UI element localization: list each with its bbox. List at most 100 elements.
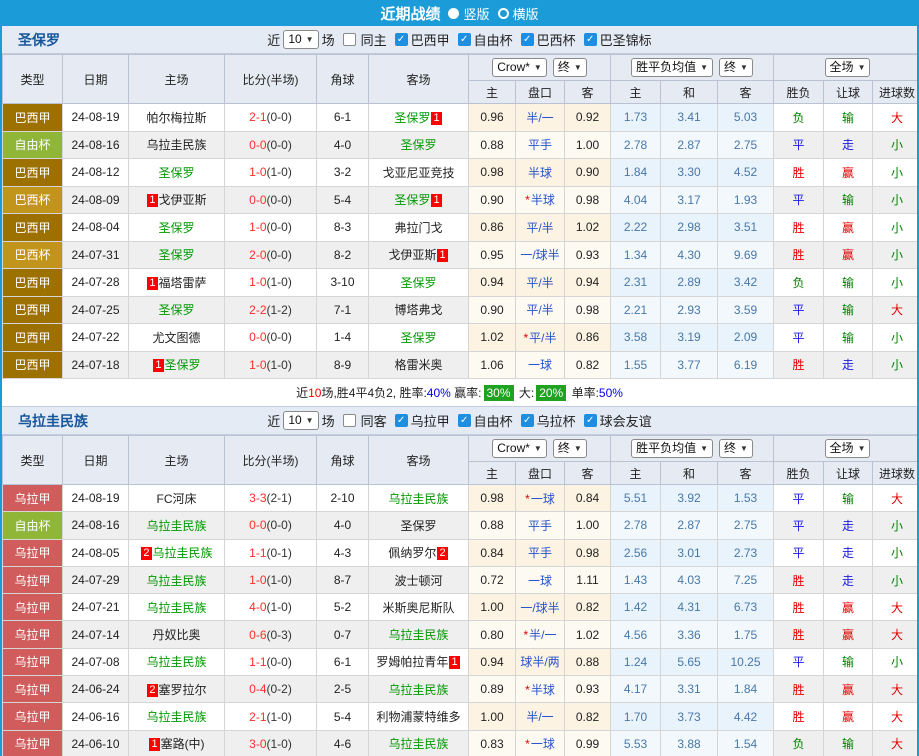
home-team[interactable]: 1塞路(中): [129, 730, 225, 756]
home-team[interactable]: 乌拉圭民族: [129, 594, 225, 621]
scope-select[interactable]: 全场▼: [825, 439, 871, 458]
league-checkbox[interactable]: ✓: [521, 414, 534, 427]
home-team[interactable]: 圣保罗: [129, 159, 225, 187]
single-rate-value: 50%: [599, 386, 623, 400]
away-team[interactable]: 乌拉圭民族: [369, 621, 469, 648]
away-team[interactable]: 米斯奥尼斯队: [369, 594, 469, 621]
away-team[interactable]: 博塔弗戈: [369, 296, 469, 324]
crow-away-odds: 0.94: [565, 269, 611, 297]
away-team[interactable]: 圣保罗: [369, 324, 469, 352]
home-team[interactable]: 2塞罗拉尔: [129, 676, 225, 703]
away-team[interactable]: 乌拉圭民族: [369, 485, 469, 512]
away-team[interactable]: 圣保罗1: [369, 104, 469, 132]
league-checkbox[interactable]: ✓: [458, 414, 471, 427]
match-row: 巴西甲 24-08-04 圣保罗 1-0(0-0) 8-3 弗拉门戈 0.86 …: [3, 214, 919, 242]
away-team[interactable]: 波士顿河: [369, 566, 469, 593]
away-team[interactable]: 圣保罗: [369, 131, 469, 159]
team-name-link[interactable]: 圣保罗: [18, 30, 60, 50]
away-team[interactable]: 罗姆帕拉青年1: [369, 648, 469, 675]
col-header-home: 主场: [129, 55, 225, 104]
team-name-link[interactable]: 乌拉圭民族: [18, 411, 88, 431]
crow-home-odds: 0.90: [469, 186, 516, 214]
home-team[interactable]: 乌拉圭民族: [129, 703, 225, 730]
avg-odds-select[interactable]: 胜平负均值▼: [631, 58, 713, 77]
home-team[interactable]: 圣保罗: [129, 296, 225, 324]
scope-select[interactable]: 全场▼: [825, 58, 871, 77]
home-team[interactable]: 2乌拉圭民族: [129, 539, 225, 566]
match-count-select[interactable]: 10▼: [283, 411, 318, 430]
over-rate-badge: 20%: [536, 385, 566, 401]
league-filter-label: 巴西甲: [411, 30, 450, 49]
radio-horizontal-label: 横版: [513, 4, 539, 23]
home-team[interactable]: 丹奴比奥: [129, 621, 225, 648]
home-team[interactable]: 乌拉圭民族: [129, 648, 225, 675]
home-team[interactable]: 乌拉圭民族: [129, 566, 225, 593]
league-type-badge: 自由杯: [3, 131, 63, 159]
handicap-line: 平手: [516, 539, 565, 566]
league-checkbox[interactable]: ✓: [521, 33, 534, 46]
away-team[interactable]: 乌拉圭民族: [369, 676, 469, 703]
bookmaker-select[interactable]: Crow*▼: [492, 58, 547, 77]
league-checkbox[interactable]: ✓: [584, 414, 597, 427]
rank-badge: 2: [147, 684, 157, 697]
radio-selected-icon[interactable]: [448, 8, 459, 19]
avg-time-select[interactable]: 终▼: [719, 439, 753, 458]
layout-radio-vertical[interactable]: 竖版: [448, 4, 489, 23]
away-team[interactable]: 圣保罗: [369, 269, 469, 297]
crow-away-odds: 0.82: [565, 703, 611, 730]
odds-time-select[interactable]: 终▼: [553, 439, 587, 458]
layout-radio-horizontal[interactable]: 横版: [498, 4, 539, 23]
away-team[interactable]: 圣保罗1: [369, 186, 469, 214]
league-checkbox[interactable]: ✓: [458, 33, 471, 46]
match-row: 巴西甲 24-08-12 圣保罗 1-0(1-0) 3-2 戈亚尼亚竞技 0.9…: [3, 159, 919, 187]
handicap-line: 一球: [516, 566, 565, 593]
corner-score: 8-2: [317, 241, 369, 269]
avg-time-select[interactable]: 终▼: [719, 58, 753, 77]
summary-text: 赢率:: [451, 384, 482, 401]
away-team[interactable]: 利物浦蒙特维多: [369, 703, 469, 730]
away-team[interactable]: 圣保罗: [369, 512, 469, 539]
home-team[interactable]: 尤文图德: [129, 324, 225, 352]
chevron-down-icon: ▼: [858, 441, 866, 456]
away-team[interactable]: 佩纳罗尔2: [369, 539, 469, 566]
home-team[interactable]: 圣保罗: [129, 241, 225, 269]
home-team[interactable]: 乌拉圭民族: [129, 512, 225, 539]
summary-bar: 近10场,胜4平4负2, 胜率:40% 赢率:30% 大:20% 单率:50%: [2, 379, 917, 407]
away-team[interactable]: 戈亚尼亚竞技: [369, 159, 469, 187]
match-date: 24-07-21: [63, 594, 129, 621]
home-team[interactable]: 1戈伊亚斯: [129, 186, 225, 214]
avg-home-odds: 2.22: [611, 214, 661, 242]
league-filter-label: 自由杯: [474, 30, 513, 49]
score-cell: 3-3(2-1): [225, 485, 317, 512]
home-team[interactable]: 帕尔梅拉斯: [129, 104, 225, 132]
home-team[interactable]: 圣保罗: [129, 214, 225, 242]
league-checkbox[interactable]: ✓: [584, 33, 597, 46]
away-team[interactable]: 弗拉门戈: [369, 214, 469, 242]
league-checkbox[interactable]: ✓: [395, 33, 408, 46]
match-date: 24-06-16: [63, 703, 129, 730]
match-row: 乌拉甲 24-07-14 丹奴比奥 0-6(0-3) 0-7 乌拉圭民族 0.8…: [3, 621, 919, 648]
result-win-draw-loss: 平: [774, 186, 824, 214]
sub-header: 主: [469, 81, 516, 104]
match-count-select[interactable]: 10▼: [283, 30, 318, 49]
home-team[interactable]: FC河床: [129, 485, 225, 512]
odds-time-select[interactable]: 终▼: [553, 58, 587, 77]
avg-away-odds: 1.93: [718, 186, 774, 214]
match-date: 24-06-10: [63, 730, 129, 756]
result-goals: 大: [873, 621, 919, 648]
home-team[interactable]: 1圣保罗: [129, 351, 225, 379]
league-checkbox[interactable]: ✓: [395, 414, 408, 427]
radio-unselected-icon[interactable]: [498, 8, 509, 19]
away-team[interactable]: 格雷米奥: [369, 351, 469, 379]
away-team[interactable]: 戈伊亚斯1: [369, 241, 469, 269]
avg-home-odds: 5.53: [611, 730, 661, 756]
home-team[interactable]: 乌拉圭民族: [129, 131, 225, 159]
home-team[interactable]: 1福塔雷萨: [129, 269, 225, 297]
same-venue-checkbox[interactable]: [343, 33, 356, 46]
bookmaker-select[interactable]: Crow*▼: [492, 439, 547, 458]
avg-odds-select[interactable]: 胜平负均值▼: [631, 439, 713, 458]
crow-away-odds: 0.93: [565, 241, 611, 269]
same-venue-checkbox[interactable]: [343, 414, 356, 427]
chevron-down-icon: ▼: [700, 441, 708, 456]
away-team[interactable]: 乌拉圭民族: [369, 730, 469, 756]
